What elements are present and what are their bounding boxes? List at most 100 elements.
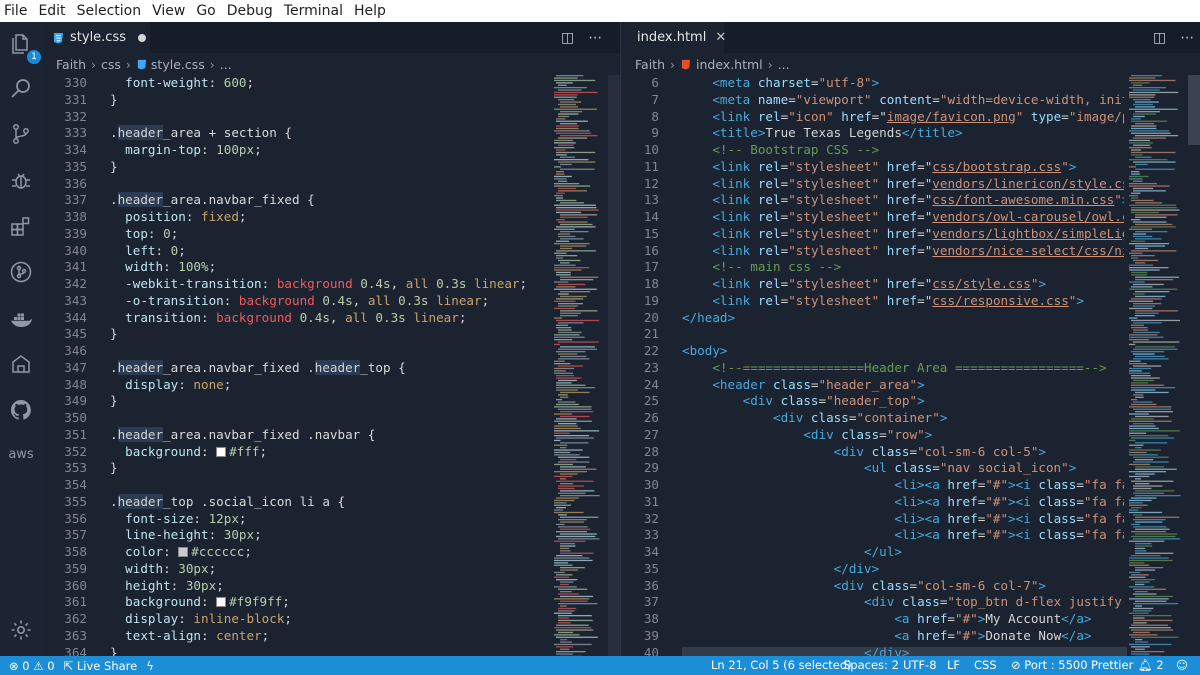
explorer-icon[interactable]: 1 — [7, 30, 41, 64]
code-line[interactable]: <link rel="stylesheet" href="vendors/owl… — [682, 209, 1124, 226]
minimap[interactable] — [1127, 75, 1189, 656]
code-line[interactable]: <header class="header_area"> — [682, 377, 1124, 394]
code-line[interactable]: <link rel="stylesheet" href="css/style.c… — [682, 276, 1124, 293]
code-line[interactable] — [110, 109, 527, 126]
code-line[interactable]: background: #f9f9ff; — [110, 594, 527, 611]
code-line[interactable]: <a href="#">My Account</a> — [682, 611, 1124, 628]
breadcrumb-item[interactable]: style.css — [151, 57, 205, 72]
code-line[interactable]: color: #cccccc; — [110, 544, 527, 561]
split-editor-icon[interactable]: ◫ — [561, 30, 574, 46]
code-line[interactable]: <a href="#">Donate Now</a> — [682, 628, 1124, 645]
git-graph-icon[interactable] — [7, 258, 35, 286]
breadcrumb-item[interactable]: css — [101, 57, 121, 72]
menu-debug[interactable]: Debug — [227, 0, 273, 22]
code-line[interactable]: <div class="col-sm-6 col-5"> — [682, 444, 1124, 461]
color-swatch[interactable] — [216, 446, 227, 457]
lightning-icon[interactable]: ϟ — [146, 659, 154, 673]
more-actions-icon[interactable]: ⋯ — [588, 30, 602, 46]
code-line[interactable]: </ul> — [682, 544, 1124, 561]
code-line[interactable]: <link rel="stylesheet" href="vendors/nic… — [682, 243, 1124, 260]
github-icon[interactable] — [7, 396, 35, 424]
code-line[interactable]: <li><a href="#"><i class="fa fa-beh — [682, 527, 1124, 544]
code-line[interactable] — [682, 326, 1124, 343]
extensions-icon[interactable] — [7, 212, 35, 240]
menu-file[interactable]: File — [4, 0, 27, 22]
menu-terminal[interactable]: Terminal — [284, 0, 343, 22]
code-line[interactable]: <div class="col-sm-6 col-7"> — [682, 578, 1124, 595]
breadcrumb-item[interactable]: ... — [778, 57, 790, 72]
live-share-button[interactable]: ⇱ Live Share — [64, 659, 138, 673]
code-line[interactable]: <link rel="stylesheet" href="css/respons… — [682, 293, 1124, 310]
smiley-feedback-icon[interactable]: ☺ — [1176, 656, 1188, 675]
cursor-position[interactable]: Ln 21, Col 5 (6 selected) — [711, 656, 852, 675]
code-line[interactable]: <body> — [682, 343, 1124, 360]
code-line[interactable]: } — [110, 645, 527, 657]
code-line[interactable]: left: 0; — [110, 243, 527, 260]
code-line[interactable]: } — [110, 393, 527, 410]
more-actions-icon[interactable]: ⋯ — [1180, 30, 1194, 46]
code-line[interactable]: <!--================Header Area ========… — [682, 360, 1124, 377]
code-line[interactable] — [110, 343, 527, 360]
menu-edit[interactable]: Edit — [38, 0, 65, 22]
go-live-button[interactable]: ⊘ Port : 5500 — [1011, 656, 1088, 675]
code-line[interactable]: <div class="top_btn d-flex justify-cont — [682, 594, 1124, 611]
remote-explorer-icon[interactable] — [7, 350, 35, 378]
code-line[interactable]: font-weight: 600; — [110, 75, 527, 92]
code-line[interactable]: line-height: 30px; — [110, 527, 527, 544]
code-text[interactable]: font-weight: 600;} .header_area + section… — [110, 75, 527, 656]
vertical-scrollbar[interactable] — [608, 75, 620, 656]
breadcrumb-item[interactable]: ... — [220, 57, 232, 72]
code-line[interactable]: } — [110, 92, 527, 109]
code-editor-css[interactable]: 330 331 332 333 334 335 336 337 338 339 340 341 342 3… — [42, 75, 620, 656]
tab-style-css[interactable]: style.css — [42, 22, 150, 53]
code-line[interactable]: display: none; — [110, 377, 527, 394]
code-line[interactable]: .header_top .social_icon li a { — [110, 493, 527, 511]
menu-selection[interactable]: Selection — [77, 0, 142, 22]
eol-selector[interactable]: LF — [947, 656, 960, 675]
close-icon[interactable]: ✕ — [715, 30, 726, 45]
encoding-selector[interactable]: UTF-8 — [903, 656, 937, 675]
minimap[interactable] — [552, 75, 608, 656]
notifications-button[interactable]: 🔔︎ 2 — [1138, 656, 1164, 675]
code-line[interactable] — [110, 410, 527, 427]
code-line[interactable]: <div class="container"> — [682, 410, 1124, 427]
code-line[interactable]: <link rel="stylesheet" href="vendors/lin… — [682, 176, 1124, 193]
breadcrumb-item[interactable]: index.html — [696, 57, 763, 72]
menu-go[interactable]: Go — [196, 0, 215, 22]
code-line[interactable]: .header_area.navbar_fixed .navbar { — [110, 426, 527, 444]
menu-view[interactable]: View — [152, 0, 185, 22]
code-line[interactable]: top: 0; — [110, 226, 527, 243]
code-text[interactable]: <meta charset="utf-8"> <meta name="viewp… — [682, 75, 1124, 656]
breadcrumb-item[interactable]: Faith — [635, 57, 665, 72]
code-line[interactable]: </head> — [682, 310, 1124, 327]
split-editor-icon[interactable]: ◫ — [1153, 30, 1166, 46]
code-line[interactable]: <div class="header_top"> — [682, 393, 1124, 410]
debug-icon[interactable] — [7, 166, 35, 194]
code-line[interactable]: margin-top: 100px; — [110, 142, 527, 159]
code-line[interactable]: -o-transition: background 0.4s, all 0.3s… — [110, 293, 527, 310]
code-line[interactable]: <!-- main css --> — [682, 259, 1124, 276]
code-line[interactable]: .header_area.navbar_fixed { — [110, 192, 527, 209]
code-line[interactable]: <title>True Texas Legends</title> — [682, 125, 1124, 142]
breadcrumb-item[interactable]: Faith — [56, 57, 86, 72]
color-swatch[interactable] — [216, 597, 227, 608]
code-line[interactable]: height: 30px; — [110, 578, 527, 595]
tab-index-html[interactable]: index.html ✕ — [621, 22, 726, 53]
prettier-status[interactable]: Prettier — [1091, 656, 1133, 675]
code-line[interactable]: font-size: 12px; — [110, 511, 527, 528]
code-line[interactable]: } — [110, 326, 527, 343]
code-line[interactable]: <li><a href="#"><i class="fa fa-twi — [682, 494, 1124, 511]
code-line[interactable]: <link rel = "icon" href="image/favicon.png… — [682, 109, 1124, 126]
code-line[interactable]: <li><a href="#"><i class="fa fa-fac — [682, 477, 1124, 494]
code-line[interactable]: <!-- Bootstrap CSS --> — [682, 142, 1124, 159]
search-icon[interactable] — [7, 75, 35, 103]
language-mode[interactable]: CSS — [974, 656, 997, 675]
code-line[interactable]: display: inline-block; — [110, 611, 527, 628]
code-line[interactable] — [110, 176, 527, 193]
code-line[interactable]: <link rel="stylesheet" href="css/bootstr… — [682, 159, 1124, 176]
code-line[interactable]: -webkit-transition: background 0.4s, all… — [110, 276, 527, 293]
code-line[interactable]: } — [110, 460, 527, 477]
code-line[interactable]: <ul class="nav social_icon"> — [682, 460, 1124, 477]
modified-dot-icon[interactable] — [138, 33, 146, 42]
aws-icon[interactable]: aws — [7, 440, 35, 468]
